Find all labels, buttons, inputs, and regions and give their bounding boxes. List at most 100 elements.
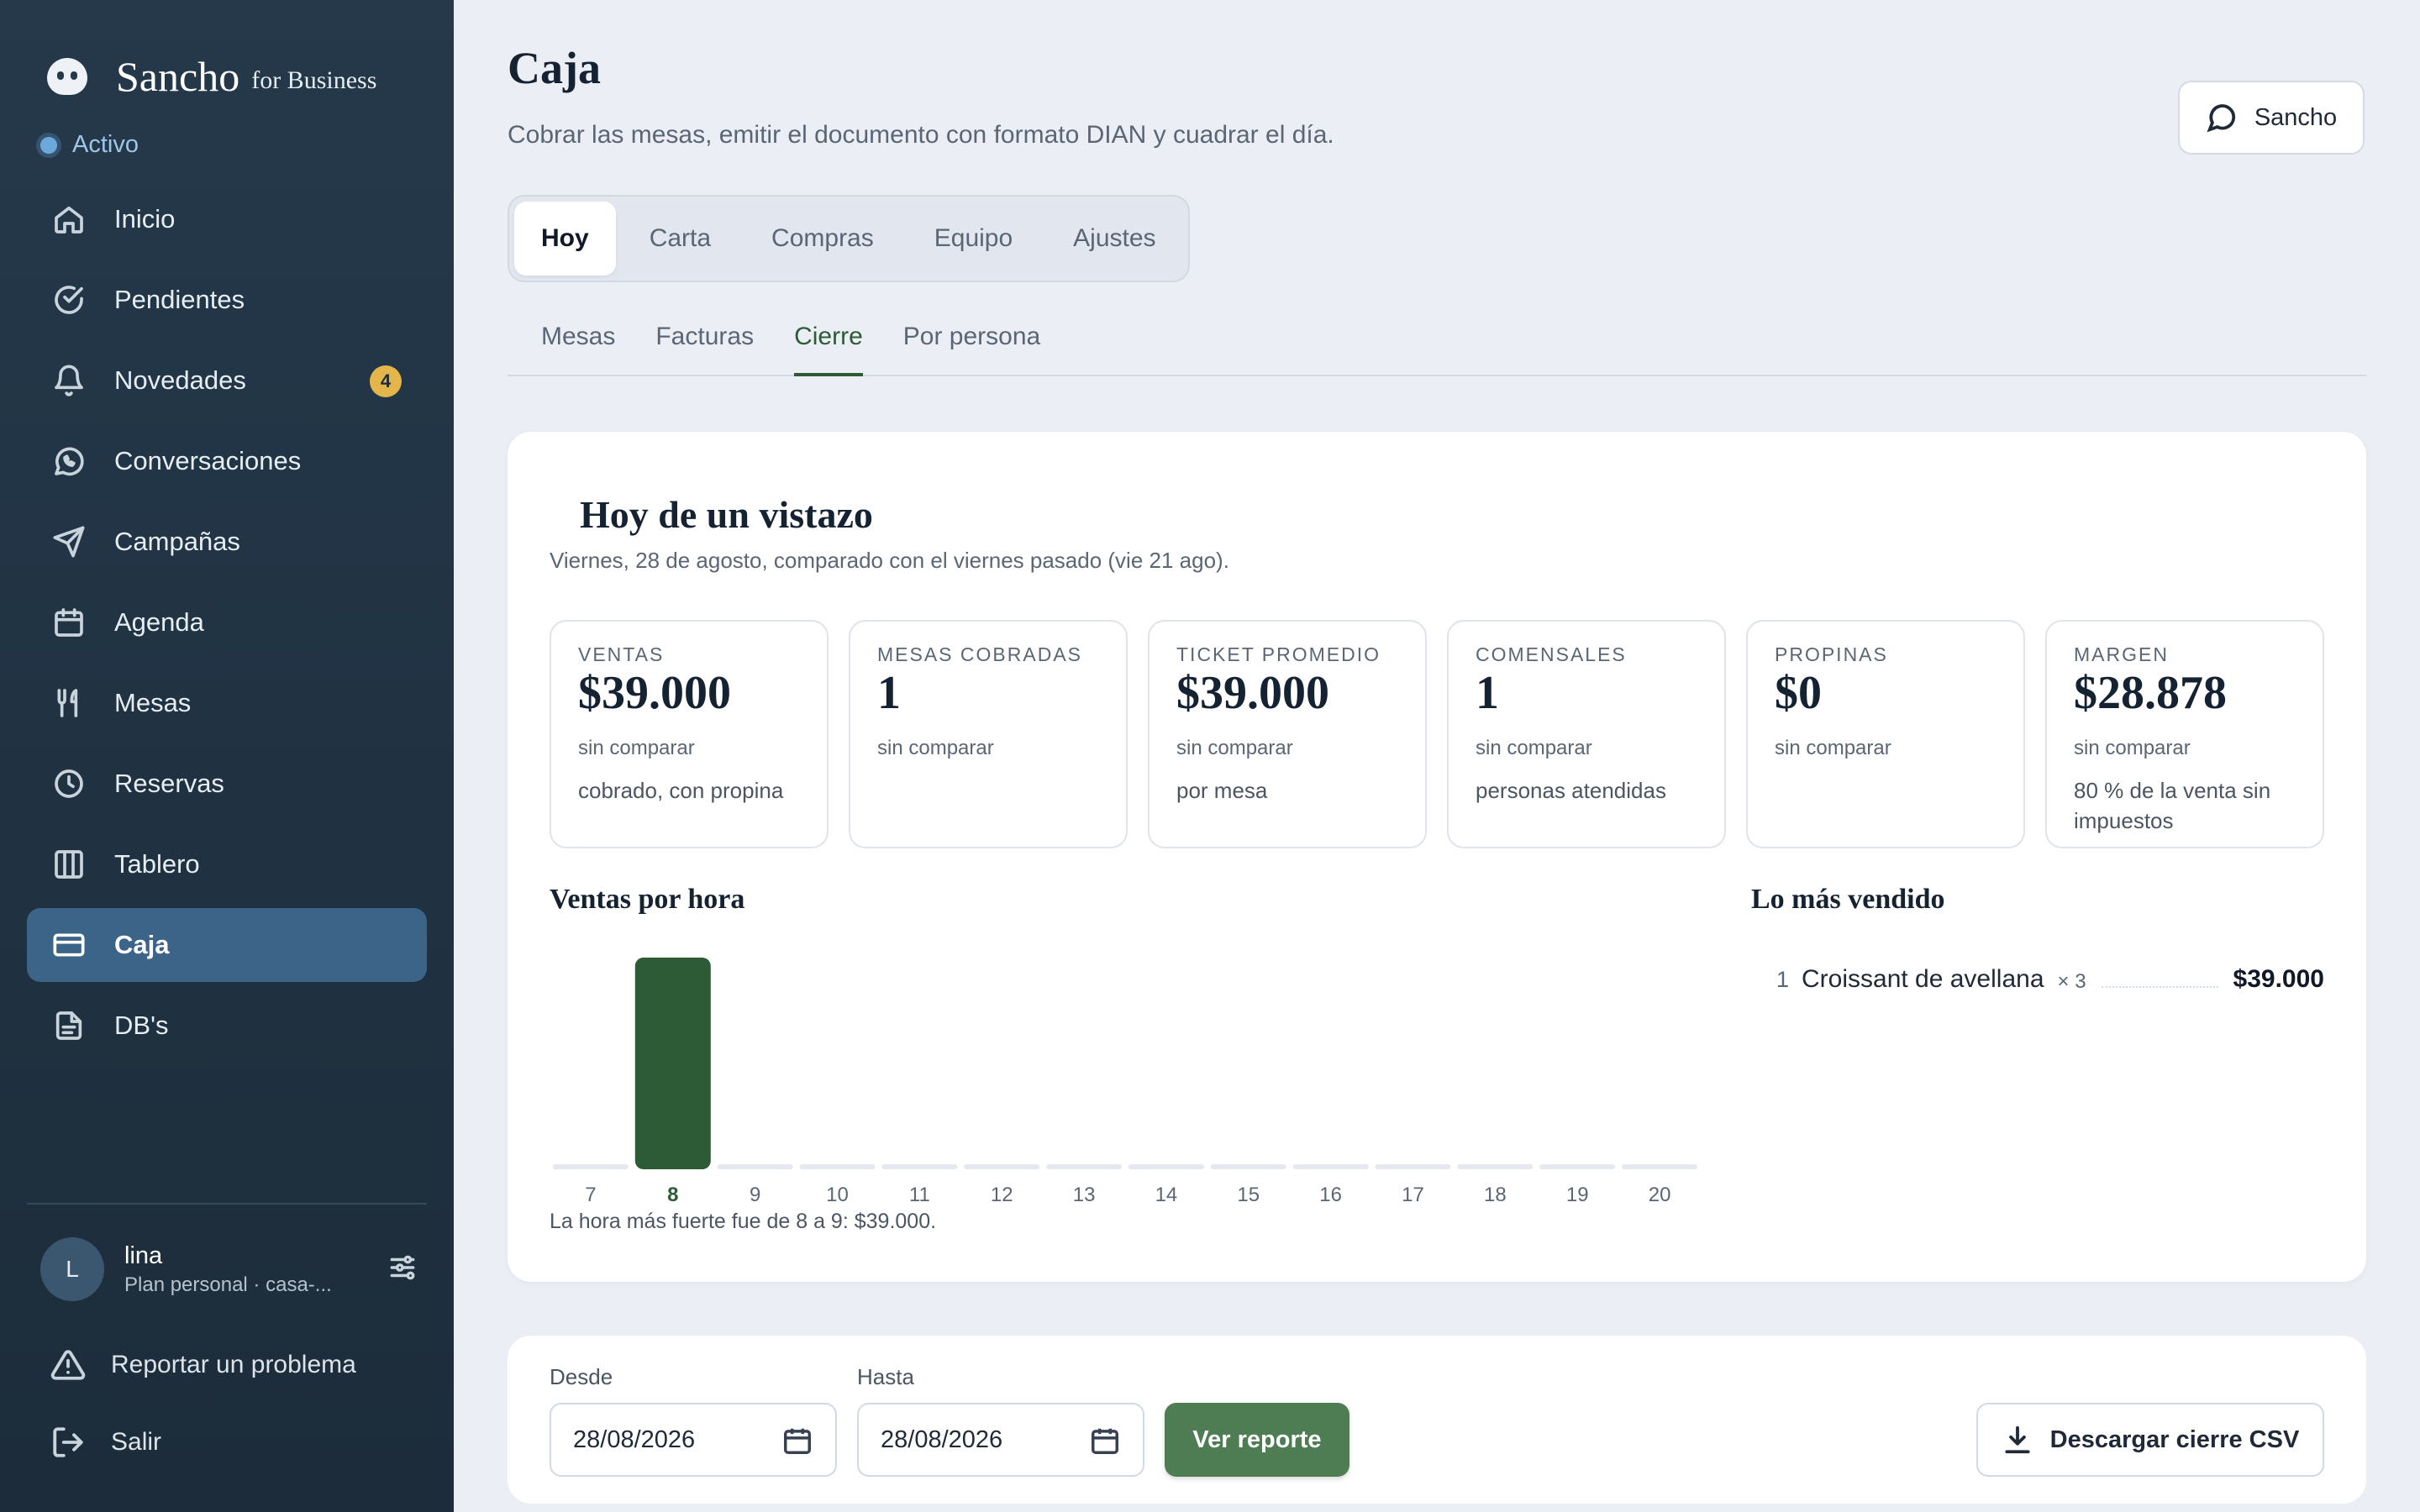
top-sellers-title: Lo más vendido — [1751, 884, 1945, 915]
sub-tabs: Mesas Facturas Cierre Por persona — [508, 311, 2366, 376]
sidebar-item-tablero[interactable]: Tablero — [27, 827, 427, 901]
sidebar-item-mesas[interactable]: Mesas — [27, 666, 427, 740]
sidebar-item-label: Reservas — [114, 769, 224, 798]
chart-tick-label: 18 — [1484, 1184, 1507, 1206]
report-card: Desde 28/08/2026 Hasta 28/08/2026 Ver re… — [508, 1336, 2366, 1504]
sidebar-item-label: Conversaciones — [114, 446, 302, 475]
sidebar-item-label: Campañas — [114, 527, 240, 556]
from-date-value: 28/08/2026 — [573, 1425, 696, 1453]
subtab-por-persona[interactable]: Por persona — [903, 311, 1040, 376]
tab-hoy[interactable]: Hoy — [514, 202, 616, 276]
avatar: L — [40, 1237, 104, 1301]
kpi-label: TICKET PROMEDIO — [1176, 643, 1381, 665]
subtab-mesas[interactable]: Mesas — [541, 311, 615, 376]
sidebar-item-novedades[interactable]: Novedades 4 — [27, 344, 427, 417]
logout-icon — [53, 1427, 83, 1457]
page-subtitle: Cobrar las mesas, emitir el documento co… — [508, 121, 1334, 149]
subtab-facturas[interactable]: Facturas — [655, 311, 754, 376]
calendar-icon[interactable] — [1089, 1425, 1121, 1457]
sidebar-item-reservas[interactable]: Reservas — [27, 747, 427, 821]
send-icon — [52, 525, 86, 559]
download-csv-button[interactable]: Descargar cierre CSV — [1976, 1403, 2324, 1477]
columns-icon — [52, 848, 86, 881]
kpi-value: $39.000 — [1176, 667, 1329, 719]
sidebar-item-pendientes[interactable]: Pendientes — [27, 263, 427, 337]
sliders-icon[interactable] — [387, 1252, 418, 1288]
chart-bar-9 — [717, 1164, 793, 1169]
warning-icon — [50, 1350, 86, 1380]
tab-ajustes[interactable]: Ajustes — [1046, 202, 1182, 276]
chart-bar-16 — [1292, 1164, 1369, 1169]
sidebar-item-caja[interactable]: Caja — [27, 908, 427, 982]
user-plan: Plan personal · casa-... — [124, 1273, 332, 1296]
from-label: Desde — [550, 1364, 613, 1389]
sidebar-item-inicio[interactable]: Inicio — [27, 182, 427, 256]
calendar-icon[interactable] — [781, 1425, 813, 1457]
chart-tick-label: 17 — [1402, 1184, 1424, 1206]
chart-tick-label: 12 — [991, 1184, 1013, 1206]
tab-compras[interactable]: Compras — [744, 202, 901, 276]
calendar-icon — [52, 606, 86, 639]
sancho-assistant-button[interactable]: Sancho — [2178, 81, 2365, 155]
tab-carta[interactable]: Carta — [623, 202, 738, 276]
view-report-button[interactable]: Ver reporte — [1165, 1403, 1349, 1477]
kpi-compare: sin comparar — [1476, 736, 1592, 759]
chart-tick-label: 8 — [667, 1184, 678, 1206]
chat-bubble-icon — [2207, 104, 2235, 133]
sidebar-item-label: Pendientes — [114, 285, 245, 314]
sancho-logo-icon — [47, 58, 87, 95]
sancho-button-label: Sancho — [2254, 103, 2338, 131]
kpi-comensales: COMENSALES 1 sin comparar personas atend… — [1447, 620, 1726, 848]
home-icon — [52, 202, 86, 236]
kpi-compare: sin comparar — [1176, 736, 1293, 759]
sidebar-item-conversaciones[interactable]: Conversaciones — [27, 424, 427, 498]
logout-link[interactable]: Salir — [50, 1425, 161, 1460]
from-date-input[interactable]: 28/08/2026 — [550, 1403, 837, 1477]
kpi-margen: MARGEN $28.878 sin comparar 80 % de la v… — [2045, 620, 2324, 848]
sidebar-item-dbs[interactable]: DB's — [27, 989, 427, 1063]
sidebar-item-label: Novedades — [114, 365, 246, 395]
top-seller-amount: $39.000 — [2233, 965, 2324, 993]
kpi-label: PROPINAS — [1775, 643, 1888, 665]
brand[interactable]: Sancho for Business — [47, 47, 376, 106]
status-dot-icon — [40, 136, 57, 154]
notification-badge: 4 — [370, 365, 402, 397]
chart-tick-label: 16 — [1319, 1184, 1342, 1206]
sidebar-item-agenda[interactable]: Agenda — [27, 585, 427, 659]
chart-bar-18 — [1457, 1164, 1534, 1169]
kpi-label: MESAS COBRADAS — [877, 643, 1082, 665]
to-date-value: 28/08/2026 — [881, 1425, 1003, 1453]
sidebar-item-label: Mesas — [114, 688, 192, 717]
download-icon — [2005, 1425, 2030, 1454]
chart-tick-label: 14 — [1155, 1184, 1178, 1206]
user-profile[interactable]: L lina Plan personal · casa-... — [40, 1236, 418, 1302]
tab-equipo[interactable]: Equipo — [908, 202, 1039, 276]
chart-bar-13 — [1046, 1164, 1123, 1169]
sidebar-item-label: Inicio — [114, 204, 176, 234]
sidebar-item-label: Tablero — [114, 849, 200, 879]
download-csv-label: Descargar cierre CSV — [2049, 1425, 2300, 1453]
chart-note: La hora más fuerte fue de 8 a 9: $39.000… — [550, 1210, 937, 1233]
report-problem-link[interactable]: Reportar un problema — [50, 1347, 356, 1383]
kpi-ticket-promedio: TICKET PROMEDIO $39.000 sin comparar por… — [1148, 620, 1427, 848]
user-name: lina — [124, 1242, 163, 1269]
check-circle-icon — [52, 283, 86, 317]
document-icon — [52, 1009, 86, 1042]
sidebar-item-label: DB's — [114, 1011, 169, 1040]
to-date-input[interactable]: 28/08/2026 — [857, 1403, 1144, 1477]
brand-suffix: for Business — [251, 66, 377, 94]
kpi-note: personas atendidas — [1476, 777, 1666, 803]
whatsapp-icon — [52, 444, 86, 478]
subtab-cierre[interactable]: Cierre — [794, 311, 863, 376]
chart-title: Ventas por hora — [550, 884, 745, 915]
kpi-value: $0 — [1775, 667, 1822, 719]
sidebar-item-campanas[interactable]: Campañas — [27, 505, 427, 579]
kpi-value: $39.000 — [578, 667, 731, 719]
report-problem-label: Reportar un problema — [111, 1351, 356, 1378]
kpi-row: VENTAS $39.000 sin comparar cobrado, con… — [550, 620, 2324, 848]
chart-tick-label: 7 — [585, 1184, 596, 1206]
kpi-compare: sin comparar — [2074, 736, 2191, 759]
sidebar-item-label: Agenda — [114, 607, 204, 637]
chart-tick-label: 10 — [826, 1184, 849, 1206]
sales-by-hour-chart: 7 8 9 10 11 12 13 14 15 16 17 18 19 20 — [552, 958, 1698, 1206]
